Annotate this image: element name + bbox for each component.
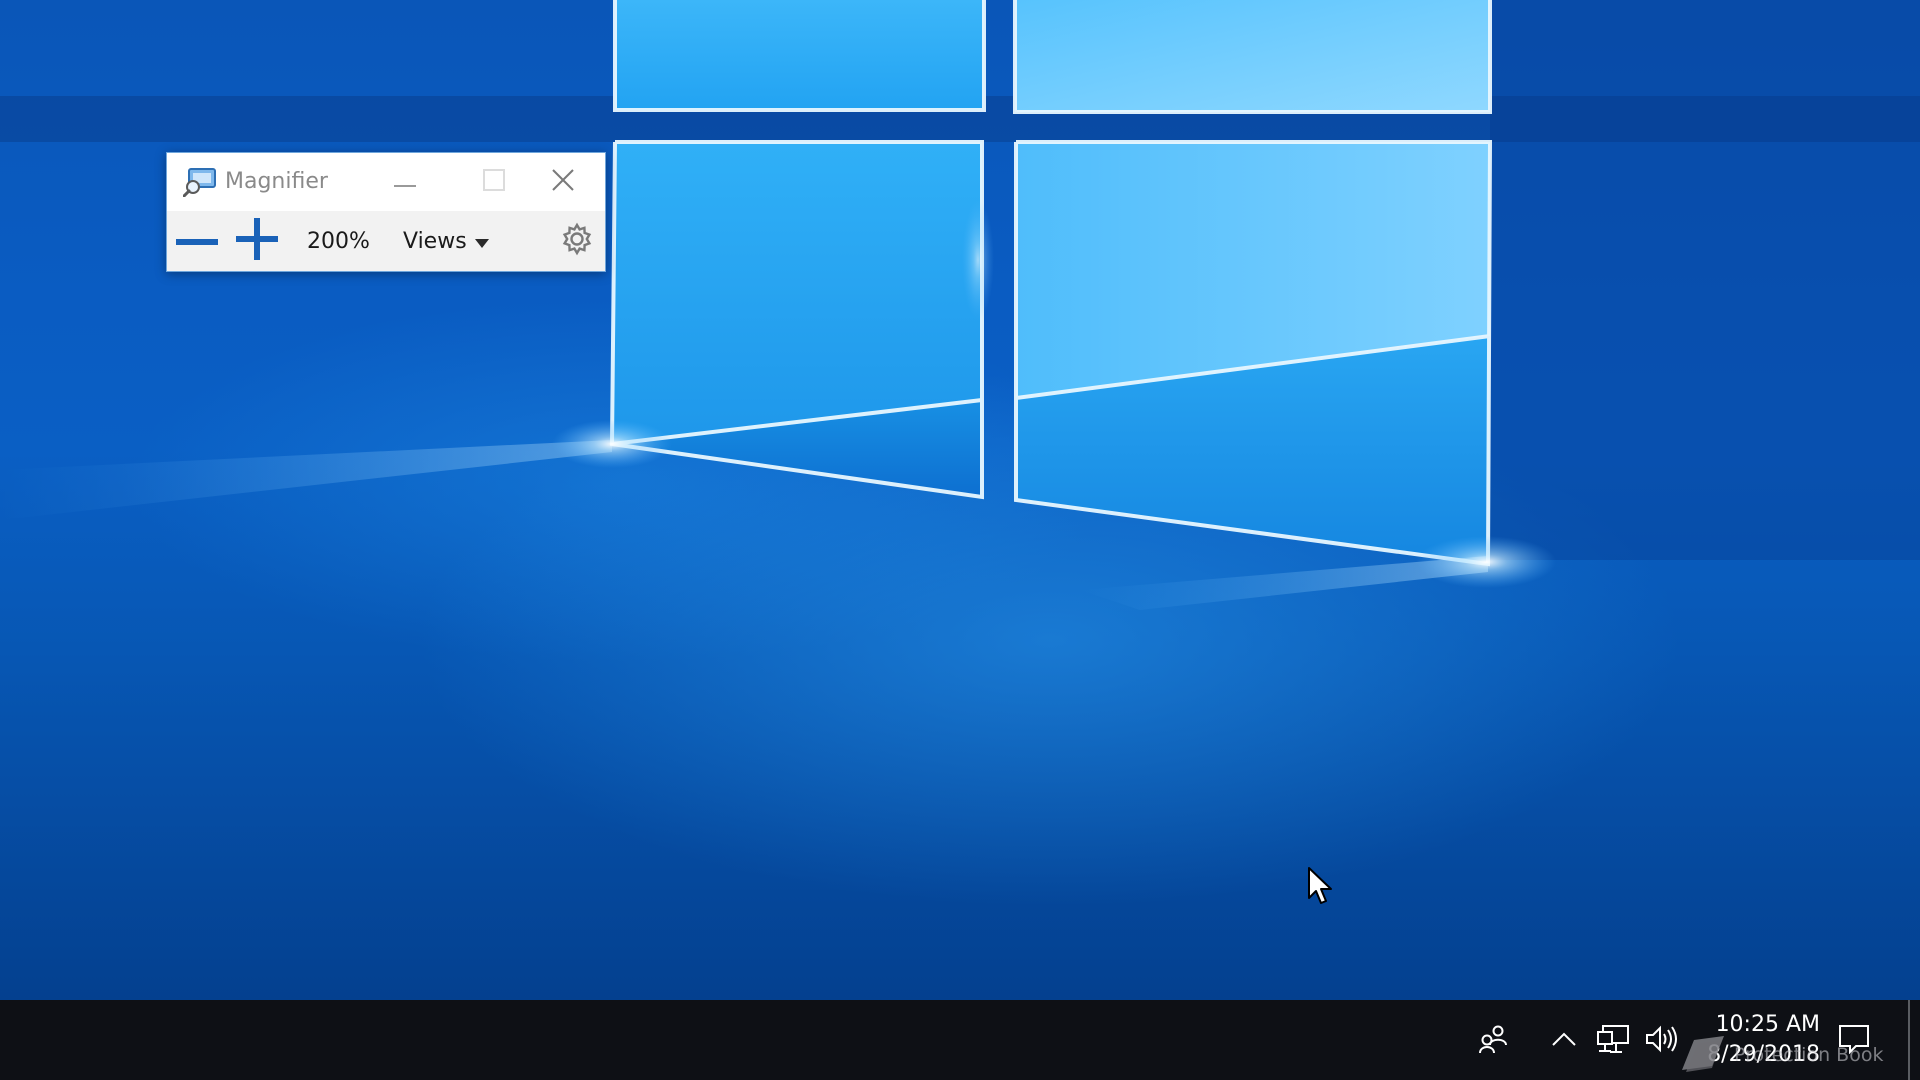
network-icon — [1596, 1024, 1630, 1058]
window-pane-top-left — [615, 0, 984, 110]
minus-icon — [176, 232, 218, 251]
minimize-button[interactable] — [365, 153, 445, 211]
window-title: Magnifier — [225, 169, 328, 194]
people-button[interactable] — [1470, 1022, 1518, 1060]
close-button[interactable] — [520, 153, 606, 211]
zoom-level: 200% — [307, 229, 370, 254]
plus-icon — [236, 218, 278, 264]
clock-date: 8/29/2018 — [1707, 1042, 1820, 1067]
magnifier-titlebar[interactable]: Magnifier — [167, 153, 605, 211]
network-button[interactable] — [1592, 1022, 1634, 1060]
magnifier-toolbar: 200% Views — [167, 211, 605, 271]
window-pane-bottom-left — [612, 142, 982, 444]
chevron-up-icon — [1551, 1031, 1577, 1051]
gear-icon — [560, 222, 594, 260]
magnifier-app-icon — [182, 167, 217, 198]
views-label: Views — [403, 228, 467, 254]
zoom-out-button[interactable] — [173, 217, 221, 265]
volume-button[interactable] — [1640, 1022, 1682, 1060]
settings-button[interactable] — [553, 217, 601, 265]
maximize-icon — [483, 169, 505, 195]
notification-center-button[interactable] — [1832, 1022, 1876, 1060]
show-desktop-button[interactable] — [1908, 1000, 1920, 1080]
taskbar: 10:25 AM 8/29/2018 Protection Book — [0, 1000, 1920, 1080]
minimize-icon — [394, 173, 416, 192]
caret-down-icon — [474, 229, 489, 254]
mouse-cursor-icon — [1307, 866, 1335, 906]
clock[interactable]: 10:25 AM 8/29/2018 — [1680, 1010, 1820, 1070]
window-pane-top-right — [1015, 0, 1490, 112]
magnifier-window: Magnifier 200% Views — [166, 152, 606, 272]
desktop — [0, 0, 1920, 1000]
show-hidden-icons-button[interactable] — [1542, 1022, 1586, 1060]
views-dropdown[interactable]: Views — [395, 217, 497, 265]
clock-time: 10:25 AM — [1715, 1012, 1820, 1037]
volume-icon — [1644, 1024, 1678, 1058]
people-icon — [1478, 1023, 1510, 1059]
zoom-in-button[interactable] — [233, 217, 281, 265]
notification-icon — [1838, 1024, 1870, 1058]
close-icon — [552, 169, 574, 195]
desktop-wallpaper — [0, 0, 1920, 610]
